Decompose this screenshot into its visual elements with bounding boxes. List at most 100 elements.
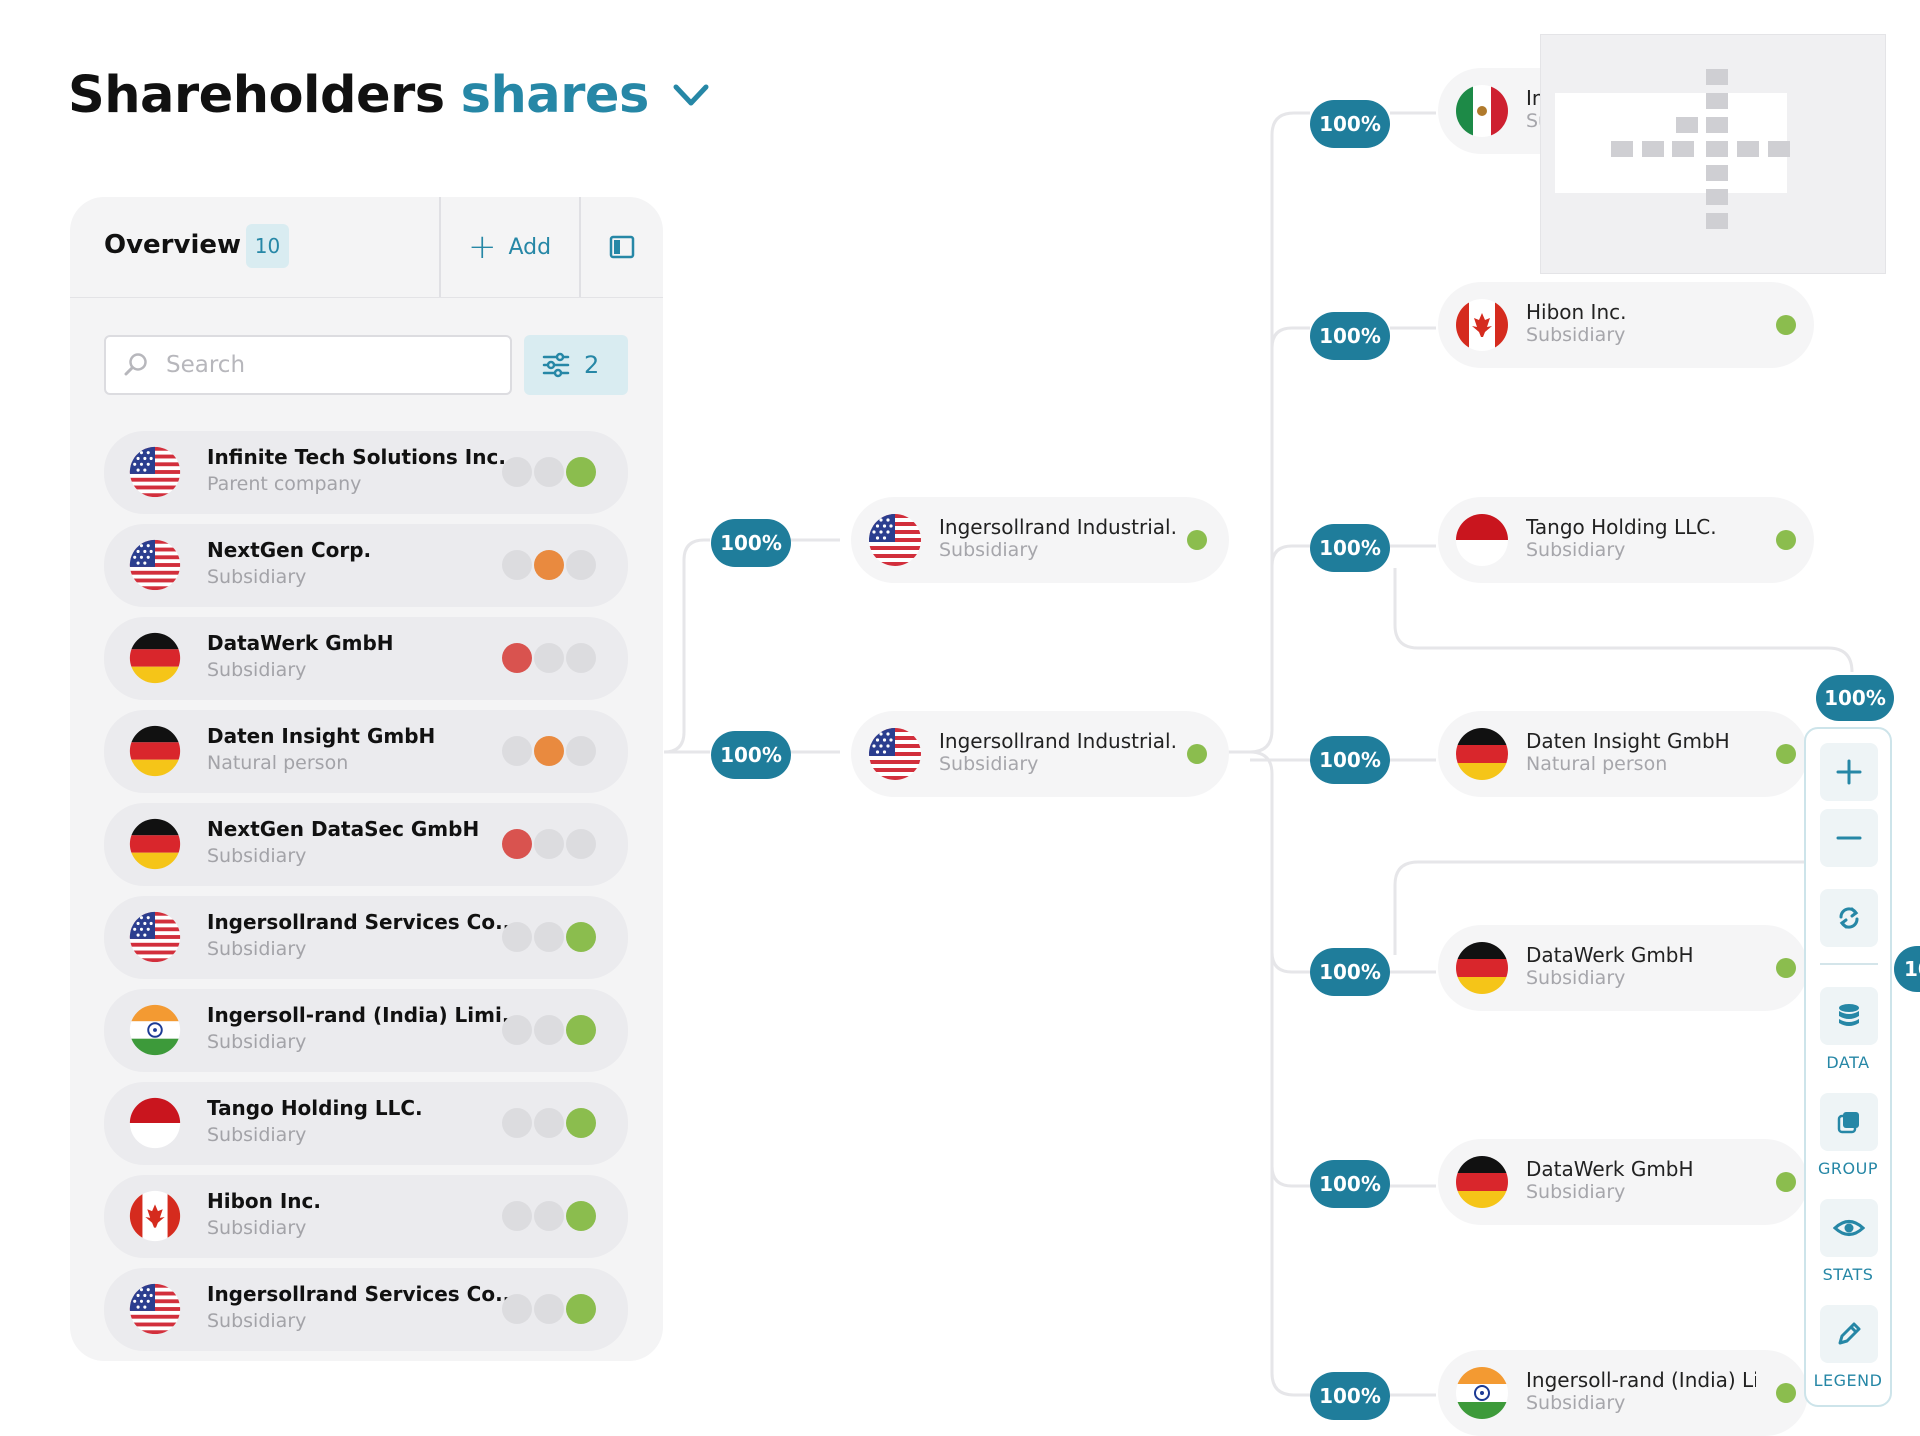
ownership-percent-badge: 100% (1310, 312, 1390, 360)
tree-node[interactable]: Ingersollrand Industrial... Subsidiary (851, 711, 1229, 797)
data-button[interactable] (1820, 987, 1878, 1045)
node-role: Subsidiary (939, 753, 1039, 775)
add-button[interactable]: + Add (468, 227, 551, 267)
status-dot (1776, 315, 1796, 335)
status-indicator (502, 1201, 606, 1233)
list-item[interactable]: Ingersoll-rand (India) Limi... Subsidiar… (104, 989, 628, 1072)
status-dot (534, 1294, 564, 1324)
status-indicator (502, 922, 606, 954)
status-indicator (502, 736, 606, 768)
plus-icon: + (468, 227, 497, 267)
reset-view-button[interactable] (1820, 889, 1878, 947)
status-dot (502, 1015, 532, 1045)
us-flag-icon (126, 1280, 184, 1338)
ownership-percent-badge: 100% (1310, 1160, 1390, 1208)
list-item[interactable]: Daten Insight GmbH Natural person (104, 710, 628, 793)
tree-node[interactable]: Ingersollrand Industrial... Subsidiary (851, 497, 1229, 583)
tree-node[interactable]: DataWerk GmbH Subsidiary (1438, 1139, 1808, 1225)
ownership-percent-badge: 100% (1310, 1372, 1390, 1420)
entity-name: Hibon Inc. (207, 1189, 321, 1213)
list-item[interactable]: Infinite Tech Solutions Inc. Parent comp… (104, 431, 628, 514)
eye-icon (1833, 1220, 1865, 1236)
status-dot (534, 922, 564, 952)
list-item[interactable]: Tango Holding LLC. Subsidiary (104, 1082, 628, 1165)
status-dot (534, 1108, 564, 1138)
list-item[interactable]: DataWerk GmbH Subsidiary (104, 617, 628, 700)
list-item[interactable]: Hibon Inc. Subsidiary (104, 1175, 628, 1258)
entity-role: Subsidiary (207, 845, 307, 867)
entity-name: Infinite Tech Solutions Inc. (207, 445, 506, 469)
search-input[interactable] (164, 351, 488, 379)
list-item[interactable]: Ingersollrand Services Co... Subsidiary (104, 1268, 628, 1351)
minimap-preview (1611, 69, 1790, 229)
us-flag-icon (126, 908, 184, 966)
node-role: Subsidiary (939, 539, 1039, 561)
ownership-percent-badge: 100% (1310, 948, 1390, 996)
tree-node[interactable]: DataWerk GmbH Subsidiary (1438, 925, 1808, 1011)
list-item[interactable]: NextGen DataSec GmbH Subsidiary (104, 803, 628, 886)
header-divider (579, 197, 581, 297)
sliders-icon (542, 352, 570, 378)
node-role: Subsidiary (1526, 539, 1626, 561)
zoom-in-button[interactable] (1820, 743, 1878, 801)
filter-button[interactable]: 2 (524, 335, 628, 395)
germany-flag-icon (1452, 938, 1512, 998)
status-dot (502, 550, 532, 580)
us-flag-icon (126, 536, 184, 594)
sidebar-toggle-icon[interactable] (609, 234, 635, 260)
status-indicator (502, 829, 606, 861)
status-dot (566, 1201, 596, 1231)
title-accent-dropdown[interactable]: shares (461, 66, 650, 125)
overview-label: Overview (104, 230, 242, 260)
tree-node[interactable]: Tango Holding LLC. Subsidiary (1438, 497, 1814, 583)
status-dot (566, 736, 596, 766)
status-dot (1776, 1383, 1796, 1403)
node-name: Ingersollrand Industrial... (939, 515, 1179, 539)
status-indicator (502, 550, 606, 582)
germany-flag-icon (1452, 1152, 1512, 1212)
entity-name: Ingersollrand Services Co... (207, 910, 518, 934)
status-dot (566, 1015, 596, 1045)
stats-button[interactable] (1820, 1199, 1878, 1257)
status-dot (1776, 744, 1796, 764)
status-dot (502, 1108, 532, 1138)
status-dot (566, 829, 596, 859)
tree-node[interactable]: Daten Insight GmbH Natural person (1438, 711, 1808, 797)
node-name: Hibon Inc. (1526, 300, 1627, 324)
legend-button[interactable] (1820, 1305, 1878, 1363)
indonesia-flag-icon (126, 1094, 184, 1152)
list-item[interactable]: NextGen Corp. Subsidiary (104, 524, 628, 607)
add-button-label: Add (508, 234, 552, 260)
stats-label: STATS (1822, 1265, 1874, 1284)
minimap[interactable] (1540, 34, 1886, 274)
tree-node[interactable]: Hibon Inc. Subsidiary (1438, 282, 1814, 368)
list-item[interactable]: Ingersollrand Services Co... Subsidiary (104, 896, 628, 979)
indonesia-flag-icon (1452, 510, 1512, 570)
canvas-toolbar: DATA GROUP STATS LEGEND (1804, 727, 1892, 1407)
entity-role: Subsidiary (207, 1217, 307, 1239)
ownership-percent-badge: 100% (1310, 736, 1390, 784)
status-indicator (502, 1108, 606, 1140)
status-dot (1187, 744, 1207, 764)
ownership-percent-badge: 100% (1816, 675, 1894, 721)
entity-name: Daten Insight GmbH (207, 724, 436, 748)
ownership-percent-badge: 100% (1310, 524, 1390, 572)
zoom-out-button[interactable] (1820, 809, 1878, 867)
entity-name: Ingersoll-rand (India) Limi... (207, 1003, 525, 1027)
header-divider (439, 197, 441, 297)
node-role: Subsidiary (1526, 324, 1626, 346)
entity-name: NextGen Corp. (207, 538, 372, 562)
node-role: Natural person (1526, 753, 1668, 775)
minus-icon (1836, 836, 1862, 840)
status-dot (566, 550, 596, 580)
status-dot (534, 1201, 564, 1231)
ownership-percent-badge: 100% (711, 731, 791, 779)
group-button[interactable] (1820, 1093, 1878, 1151)
status-dot (1776, 958, 1796, 978)
entity-role: Subsidiary (207, 566, 307, 588)
canada-flag-icon (1452, 295, 1512, 355)
search-icon (124, 353, 147, 376)
tree-node[interactable]: Ingersoll-rand (India) Li... Subsidiary (1438, 1350, 1808, 1436)
chevron-down-icon[interactable] (671, 81, 711, 111)
node-name: Ingersollrand Industrial... (939, 729, 1179, 753)
